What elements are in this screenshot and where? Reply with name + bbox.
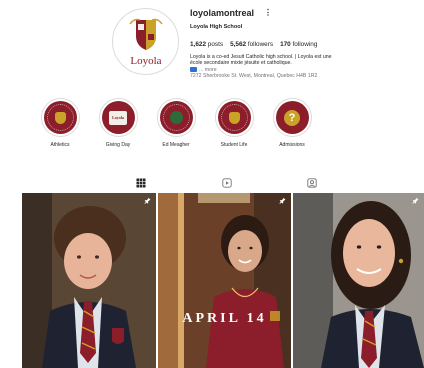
- giving-day-badge: Loyola: [109, 110, 127, 125]
- post-photo-student-girl: [293, 193, 424, 368]
- ed-meagher-highlight-icon: [159, 101, 193, 134]
- profile-stats: 1,622 posts 5,562 followers 170 followin…: [190, 41, 418, 48]
- highlight-student-life[interactable]: Student Life: [204, 98, 264, 148]
- tab-posts[interactable]: [136, 178, 146, 188]
- question-mark-highlight-icon: ?: [275, 101, 309, 134]
- profile-tabs: [0, 176, 424, 190]
- profile-bio: Loyola is a co-ed Jesuit Catholic high s…: [190, 54, 415, 79]
- post-photo-student-boy: [22, 193, 156, 368]
- highlight-label: Student Life: [220, 142, 248, 148]
- tagged-icon: [307, 178, 317, 188]
- tab-tagged[interactable]: [307, 178, 317, 188]
- grid-icon: [136, 178, 146, 188]
- post-thumbnail[interactable]: APRIL 14: [158, 193, 291, 368]
- story-highlights: Athletics Loyola Giving Day Ed Meagher S…: [0, 98, 424, 158]
- pinned-icon: [279, 197, 286, 204]
- reels-icon: [222, 178, 232, 188]
- post-overlay-text: APRIL 14: [182, 311, 267, 326]
- profile-full-name: Loyola High School: [190, 24, 243, 30]
- pinned-icon: [144, 197, 151, 204]
- highlight-label: Admissions: [279, 142, 305, 148]
- post-grid: APRIL 14: [22, 193, 424, 368]
- bio-address[interactable]: 7272 Sherbrooke St. West, Montreal, Queb…: [190, 73, 415, 79]
- highlight-ed-meagher[interactable]: Ed Meagher: [146, 98, 206, 148]
- post-photo-student-april: [158, 193, 291, 368]
- post-thumbnail[interactable]: [22, 193, 156, 368]
- profile-username[interactable]: loyolamontreal: [190, 8, 254, 18]
- giving-day-highlight-icon: Loyola: [101, 101, 135, 134]
- highlight-label: Ed Meagher: [162, 142, 190, 148]
- athletics-highlight-icon: [43, 101, 77, 134]
- student-life-highlight-icon: [217, 101, 251, 134]
- loyola-logo-icon: Loyola: [128, 18, 163, 67]
- posts-stat: 1,622 posts: [190, 41, 224, 48]
- highlight-athletics[interactable]: Athletics: [30, 98, 90, 148]
- highlight-label: Athletics: [50, 142, 70, 148]
- followers-stat[interactable]: 5,562 followers: [230, 41, 273, 48]
- post-thumbnail[interactable]: [293, 193, 424, 368]
- question-mark-icon: ?: [284, 109, 300, 126]
- pinned-icon: [412, 197, 419, 204]
- bio-more-link[interactable]: ... more: [199, 67, 217, 73]
- following-stat[interactable]: 170 following: [280, 41, 317, 48]
- logo-wordmark: Loyola: [130, 55, 161, 67]
- tab-reels[interactable]: [222, 178, 232, 188]
- profile-info: loyolamontreal ⋮ Loyola High School 1,62…: [190, 6, 418, 79]
- blue-square-emoji-icon: [190, 66, 197, 73]
- highlight-label: Giving Day: [105, 142, 131, 148]
- more-dots-icon[interactable]: ⋮: [264, 9, 272, 17]
- highlight-giving-day[interactable]: Loyola Giving Day: [88, 98, 148, 148]
- profile-avatar[interactable]: Loyola: [112, 8, 179, 75]
- highlight-admissions[interactable]: ? Admissions: [262, 98, 322, 148]
